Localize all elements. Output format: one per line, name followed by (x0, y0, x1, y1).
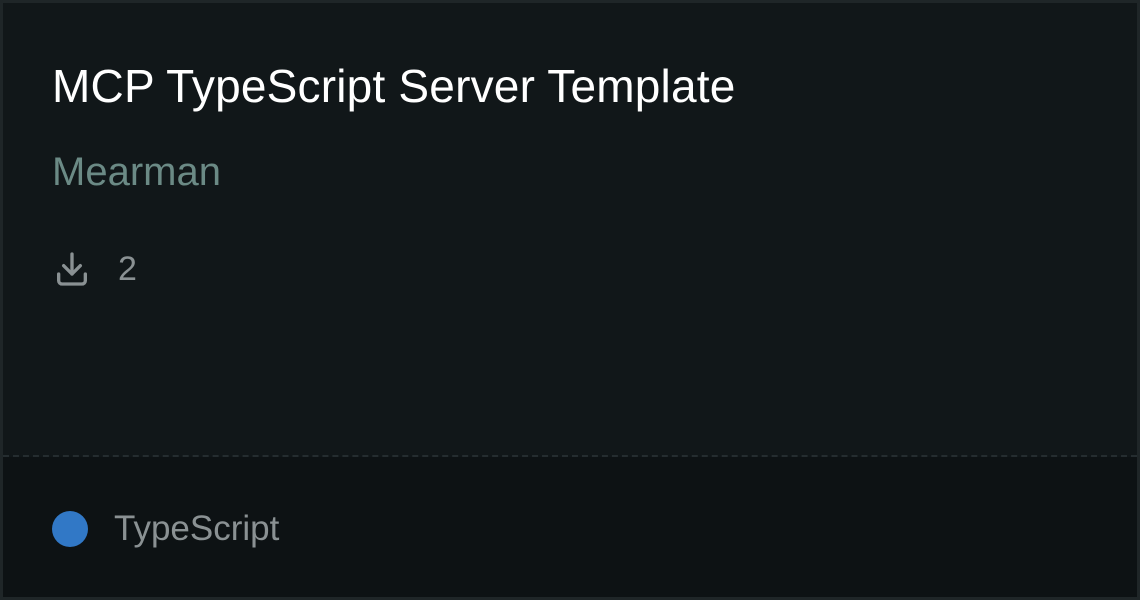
download-count: 2 (118, 249, 137, 288)
download-icon (57, 252, 88, 286)
author-name[interactable]: Mearman (52, 150, 221, 195)
language-indicator: TypeScript (52, 507, 279, 551)
downloads-stat: 2 (52, 247, 137, 291)
card-title[interactable]: MCP TypeScript Server Template (52, 59, 736, 113)
language-color-dot (52, 511, 88, 547)
language-label: TypeScript (114, 509, 280, 548)
repository-card[interactable]: MCP TypeScript Server Template Mearman 2… (0, 0, 1140, 600)
